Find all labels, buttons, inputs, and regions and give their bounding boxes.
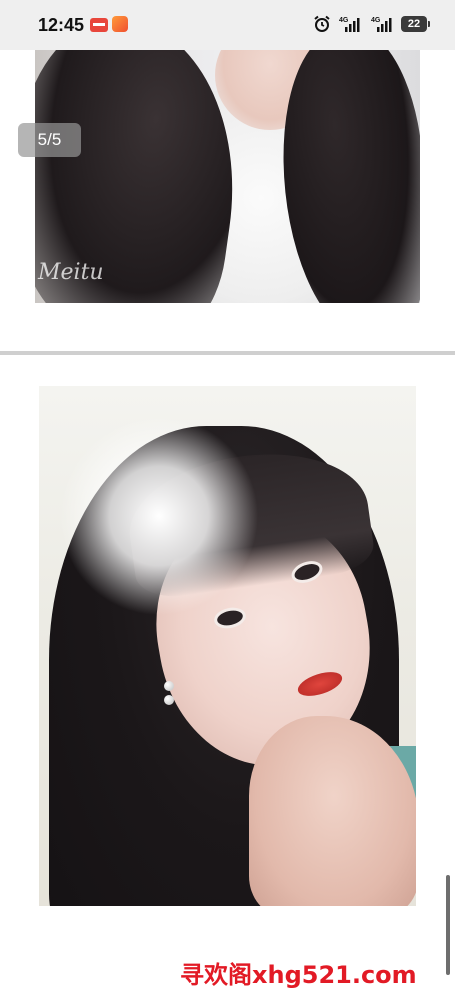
shopping-app-icon — [112, 16, 128, 32]
network-type-label: 4G — [371, 17, 381, 24]
divider — [0, 351, 455, 355]
scrollbar[interactable] — [446, 875, 450, 975]
page-counter: 5/5 — [18, 123, 81, 157]
battery-level: 22 — [407, 18, 421, 30]
site-watermark: 寻欢阁xhg521.com — [180, 961, 417, 989]
photo-light-glare — [59, 416, 259, 616]
news-app-icon — [90, 18, 108, 32]
status-time: 12:45 — [38, 15, 85, 35]
meitu-watermark: Meitu — [38, 260, 104, 285]
network-type-label: 4G — [339, 17, 349, 24]
signal-4g-icon: 4G — [339, 15, 361, 33]
signal-4g-icon: 4G — [369, 15, 393, 33]
battery-icon: 22 — [401, 16, 430, 32]
alarm-icon — [313, 15, 331, 33]
photo-earring — [164, 681, 176, 721]
gallery-photo-2[interactable] — [39, 386, 416, 906]
status-indicators: 4G 4G 22 — [313, 15, 430, 33]
gallery-photo-1[interactable]: Meitu — [35, 50, 420, 303]
status-bar: 12:45 4G 4G 22 — [0, 0, 455, 50]
